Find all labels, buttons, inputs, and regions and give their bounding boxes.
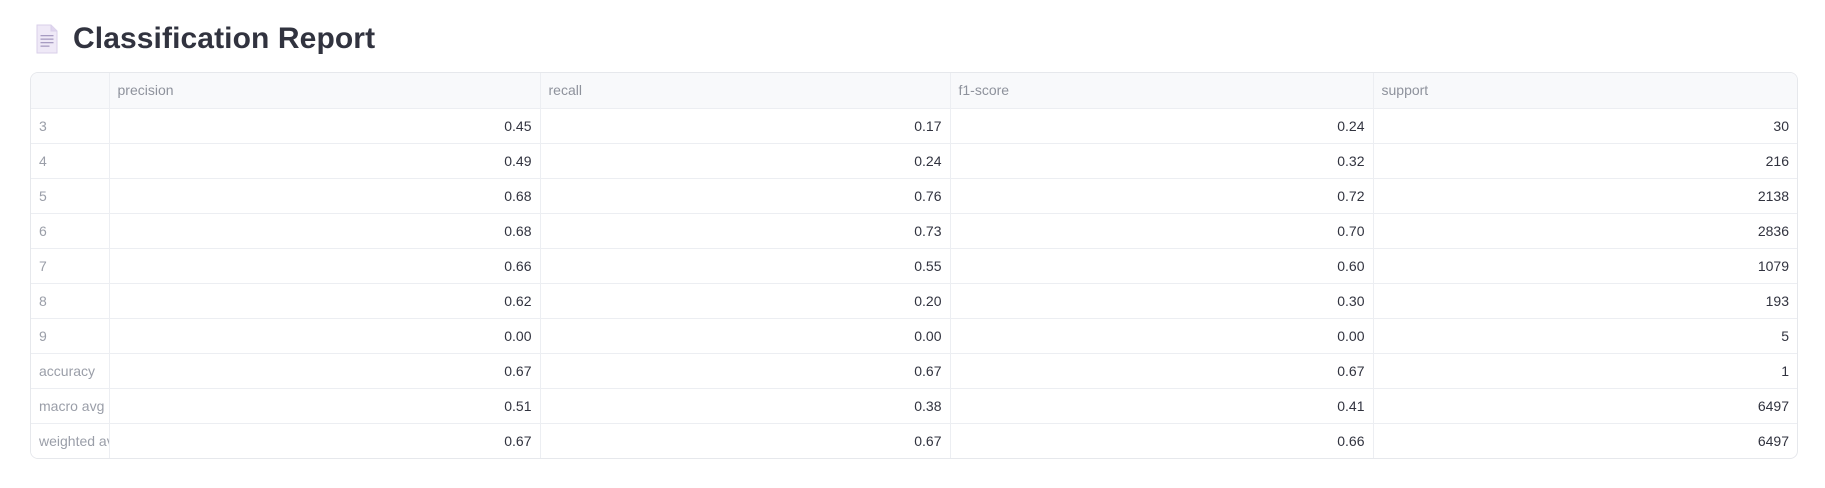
precision-cell[interactable]: 0.67 [109, 423, 541, 458]
index-column-header[interactable] [31, 73, 110, 109]
recall-cell[interactable]: 0.67 [540, 423, 951, 458]
column-header-recall[interactable]: recall [540, 73, 951, 109]
precision-cell[interactable]: 0.00 [109, 318, 541, 354]
table-row: 8 0.62 0.20 0.30 193 [31, 283, 1797, 319]
f1-score-cell[interactable]: 0.70 [950, 213, 1374, 249]
row-label[interactable]: 5 [31, 178, 110, 214]
column-header-support[interactable]: support [1373, 73, 1797, 109]
data-table: precision recall f1-score support 3 0.45… [31, 73, 1797, 458]
support-cell[interactable]: 2836 [1373, 213, 1797, 249]
recall-cell[interactable]: 0.76 [540, 178, 951, 214]
row-label[interactable]: 3 [31, 108, 110, 144]
page-facing-up-icon [35, 24, 59, 54]
report-header: Classification Report [35, 20, 375, 58]
page: Classification Report precision recall f… [0, 0, 1825, 488]
precision-cell[interactable]: 0.66 [109, 248, 541, 284]
support-cell[interactable]: 1 [1373, 353, 1797, 389]
page-title: Classification Report [73, 22, 376, 55]
f1-score-cell[interactable]: 0.66 [950, 423, 1374, 458]
precision-cell[interactable]: 0.45 [109, 108, 541, 144]
row-label[interactable]: 6 [31, 213, 110, 249]
recall-cell[interactable]: 0.55 [540, 248, 951, 284]
recall-cell[interactable]: 0.00 [540, 318, 951, 354]
table-header-row: precision recall f1-score support [31, 73, 1797, 109]
support-cell[interactable]: 193 [1373, 283, 1797, 319]
support-cell[interactable]: 30 [1373, 108, 1797, 144]
f1-score-cell[interactable]: 0.67 [950, 353, 1374, 389]
support-cell[interactable]: 2138 [1373, 178, 1797, 214]
precision-cell[interactable]: 0.68 [109, 178, 541, 214]
precision-cell[interactable]: 0.67 [109, 353, 541, 389]
support-cell[interactable]: 5 [1373, 318, 1797, 354]
support-cell[interactable]: 6497 [1373, 388, 1797, 424]
row-label[interactable]: macro avg [31, 388, 110, 424]
row-label[interactable]: 8 [31, 283, 110, 319]
recall-cell[interactable]: 0.38 [540, 388, 951, 424]
f1-score-cell[interactable]: 0.72 [950, 178, 1374, 214]
f1-score-cell[interactable]: 0.00 [950, 318, 1374, 354]
table-row: 4 0.49 0.24 0.32 216 [31, 143, 1797, 179]
table-row: 9 0.00 0.00 0.00 5 [31, 318, 1797, 354]
support-cell[interactable]: 216 [1373, 143, 1797, 179]
row-label[interactable]: 4 [31, 143, 110, 179]
support-cell[interactable]: 6497 [1373, 423, 1797, 458]
precision-cell[interactable]: 0.49 [109, 143, 541, 179]
recall-cell[interactable]: 0.73 [540, 213, 951, 249]
recall-cell[interactable]: 0.20 [540, 283, 951, 319]
recall-cell[interactable]: 0.67 [540, 353, 951, 389]
classification-report-table[interactable]: precision recall f1-score support 3 0.45… [30, 72, 1798, 459]
row-label[interactable]: 7 [31, 248, 110, 284]
table-row: macro avg 0.51 0.38 0.41 6497 [31, 388, 1797, 424]
f1-score-cell[interactable]: 0.41 [950, 388, 1374, 424]
recall-cell[interactable]: 0.17 [540, 108, 951, 144]
row-label[interactable]: weighted avg [31, 423, 110, 458]
precision-cell[interactable]: 0.62 [109, 283, 541, 319]
table-row: 6 0.68 0.73 0.70 2836 [31, 213, 1797, 249]
column-header-precision[interactable]: precision [109, 73, 541, 109]
f1-score-cell[interactable]: 0.24 [950, 108, 1374, 144]
f1-score-cell[interactable]: 0.60 [950, 248, 1374, 284]
column-header-f1-score[interactable]: f1-score [950, 73, 1374, 109]
row-label[interactable]: accuracy [31, 353, 110, 389]
table-row: 5 0.68 0.76 0.72 2138 [31, 178, 1797, 214]
precision-cell[interactable]: 0.51 [109, 388, 541, 424]
table-row: weighted avg 0.67 0.67 0.66 6497 [31, 423, 1797, 458]
f1-score-cell[interactable]: 0.30 [950, 283, 1374, 319]
table-row: accuracy 0.67 0.67 0.67 1 [31, 353, 1797, 389]
table-row: 3 0.45 0.17 0.24 30 [31, 108, 1797, 144]
row-label[interactable]: 9 [31, 318, 110, 354]
f1-score-cell[interactable]: 0.32 [950, 143, 1374, 179]
table-row: 7 0.66 0.55 0.60 1079 [31, 248, 1797, 284]
recall-cell[interactable]: 0.24 [540, 143, 951, 179]
precision-cell[interactable]: 0.68 [109, 213, 541, 249]
support-cell[interactable]: 1079 [1373, 248, 1797, 284]
